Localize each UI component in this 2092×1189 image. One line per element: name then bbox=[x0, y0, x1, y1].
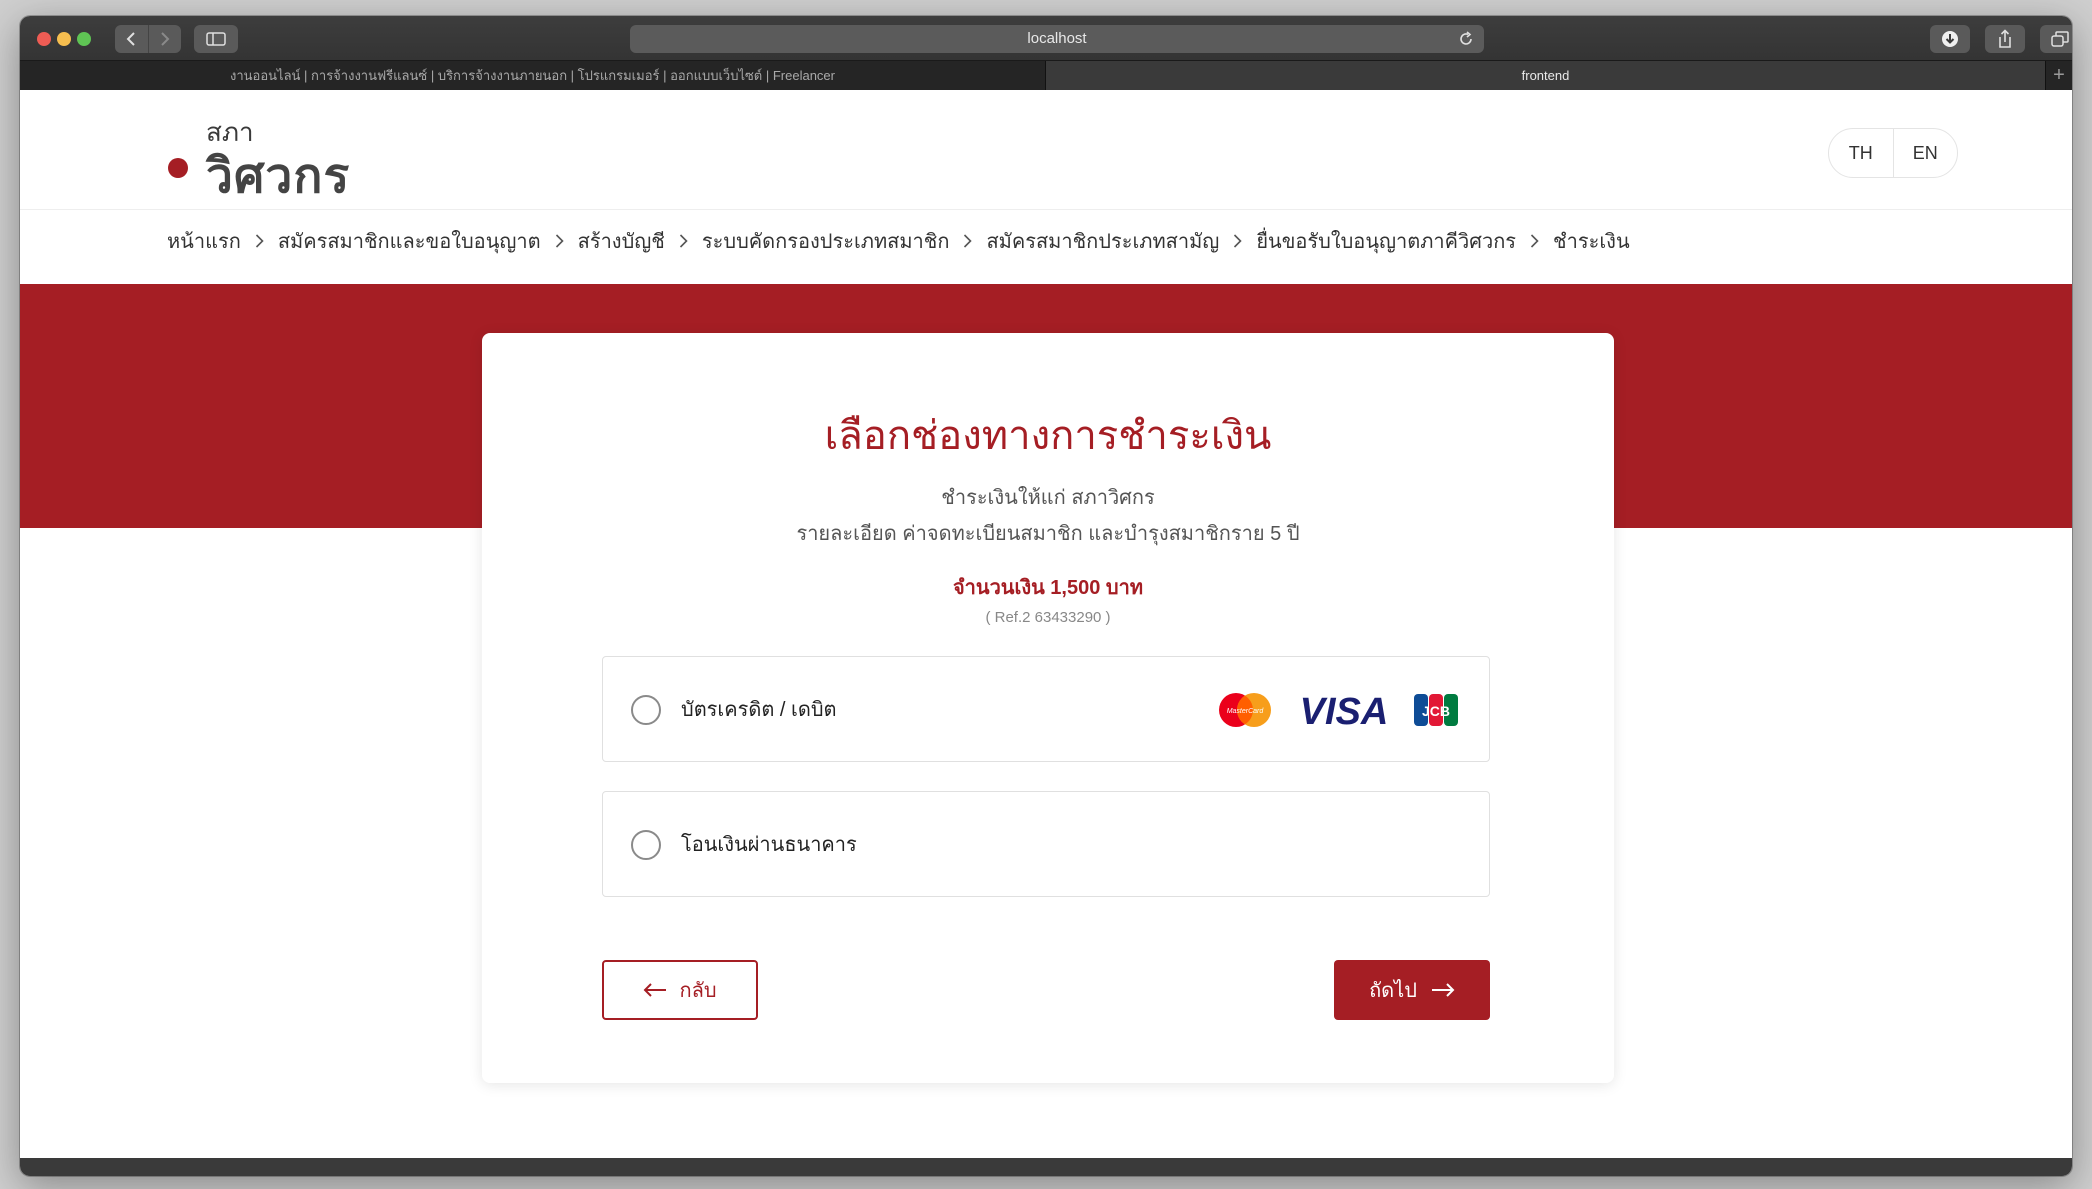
new-tab-button[interactable]: + bbox=[2046, 61, 2072, 90]
breadcrumb: หน้าแรก สมัครสมาชิกและขอใบอนุญาต สร้างบั… bbox=[167, 224, 1630, 258]
lang-th-button[interactable]: TH bbox=[1829, 129, 1893, 177]
payment-option-bank-transfer[interactable]: โอนเงินผ่านธนาคาร bbox=[602, 791, 1490, 897]
chevron-right-icon bbox=[555, 233, 564, 249]
share-icon bbox=[1999, 29, 2011, 48]
back-button[interactable]: กลับ bbox=[602, 960, 758, 1020]
reload-icon bbox=[1460, 31, 1472, 45]
chevron-right-icon bbox=[161, 32, 170, 46]
card-brand-logos: MasterCard VISA JCB bbox=[1215, 687, 1459, 733]
amount-text: จำนวนเงิน 1,500 บาท bbox=[952, 577, 1144, 599]
browser-forward-button[interactable] bbox=[147, 25, 182, 53]
browser-tab-frontend[interactable]: frontend bbox=[1046, 61, 2046, 90]
browser-back-button[interactable] bbox=[115, 25, 148, 53]
tabs-icon bbox=[2051, 31, 2069, 47]
chevron-right-icon bbox=[1530, 233, 1539, 249]
breadcrumb-screening[interactable]: ระบบคัดกรองประเภทสมาชิก bbox=[702, 225, 950, 257]
sidebar-icon bbox=[206, 32, 226, 46]
breadcrumb-ordinary-member[interactable]: สมัครสมาชิกประเภทสามัญ bbox=[986, 225, 1219, 257]
jcb-icon: JCB bbox=[1414, 694, 1458, 726]
breadcrumb-home[interactable]: หน้าแรก bbox=[167, 225, 241, 257]
option-bank-label: โอนเงินผ่านธนาคาร bbox=[681, 834, 857, 856]
close-window-button[interactable] bbox=[37, 32, 51, 46]
radio-card[interactable] bbox=[631, 695, 661, 725]
chevron-right-icon bbox=[255, 233, 264, 249]
site-header: สภา วิศวกร TH EN bbox=[20, 90, 2072, 210]
site-logo[interactable]: สภา วิศวกร bbox=[168, 112, 388, 203]
next-label: ถัดไป bbox=[1369, 980, 1417, 1002]
browser-tabbar: งานออนไลน์ | การจ้างงานฟรีแลนซ์ | บริการ… bbox=[20, 60, 2072, 90]
reload-button[interactable] bbox=[1458, 25, 1474, 53]
chevron-right-icon bbox=[1233, 233, 1242, 249]
logo-dot bbox=[168, 158, 188, 178]
tabs-overview-button[interactable] bbox=[2040, 25, 2072, 53]
payment-option-card[interactable]: บัตรเครดิต / เดบิต MasterCard VISA JCB bbox=[602, 656, 1490, 762]
chevron-right-icon bbox=[679, 233, 688, 249]
sidebar-toggle-button[interactable] bbox=[194, 25, 238, 53]
browser-tab-freelancer[interactable]: งานออนไลน์ | การจ้างงานฟรีแลนซ์ | บริการ… bbox=[20, 61, 1046, 90]
chevron-right-icon bbox=[963, 233, 973, 249]
breadcrumb-create-account[interactable]: สร้างบัญชี bbox=[578, 225, 665, 257]
language-switcher: TH EN bbox=[1828, 128, 1958, 178]
mastercard-icon: MasterCard bbox=[1219, 693, 1271, 727]
browser-window: localhost งานออนไลน์ | การจ้างงานฟรีแลนซ… bbox=[20, 16, 2072, 1176]
option-card-label: บัตรเครดิต / เดบิต bbox=[681, 699, 837, 721]
svg-text:VISA: VISA bbox=[1300, 691, 1389, 729]
zoom-window-button[interactable] bbox=[77, 32, 91, 46]
detail-text: รายละเอียด ค่าจดทะเบียนสมาชิก และบำรุงสม… bbox=[796, 523, 1300, 545]
lang-en-button[interactable]: EN bbox=[1892, 129, 1958, 177]
downloads-button[interactable] bbox=[1930, 25, 1970, 53]
address-text: localhost bbox=[1027, 30, 1087, 47]
breadcrumb-membership[interactable]: สมัครสมาชิกและขอใบอนุญาต bbox=[278, 225, 541, 257]
radio-bank-transfer[interactable] bbox=[631, 830, 661, 860]
download-icon bbox=[1942, 31, 1958, 47]
breadcrumb-license[interactable]: ยื่นขอรับใบอนุญาตภาคีวิศวกร bbox=[1256, 225, 1516, 257]
arrow-right-icon bbox=[1431, 983, 1455, 997]
next-button[interactable]: ถัดไป bbox=[1334, 960, 1490, 1020]
footer-strip bbox=[20, 1158, 2072, 1176]
history-nav bbox=[115, 25, 181, 53]
back-label: กลับ bbox=[679, 980, 717, 1002]
browser-titlebar: localhost bbox=[20, 16, 2072, 60]
payment-card: เลือกช่องทางการชำระเงิน ชำระเงินให้แก่ ส… bbox=[482, 333, 1614, 1083]
page-title: เลือกช่องทางการชำระเงิน bbox=[824, 414, 1272, 458]
address-bar[interactable]: localhost bbox=[630, 25, 1484, 53]
pay-to-text: ชำระเงินให้แก่ สภาวิศกร bbox=[941, 487, 1155, 509]
chevron-left-icon bbox=[126, 32, 135, 46]
svg-text:JCB: JCB bbox=[1422, 703, 1450, 719]
visa-icon: VISA bbox=[1300, 691, 1389, 729]
page: สภา วิศวกร TH EN หน้าแรก สมัครสมาชิกและข… bbox=[20, 90, 2072, 1176]
arrow-left-icon bbox=[644, 983, 667, 997]
ref-text: ( Ref.2 63433290 ) bbox=[985, 609, 1111, 626]
logo-big-text: วิศวกร bbox=[206, 150, 351, 203]
share-button[interactable] bbox=[1985, 25, 2025, 53]
svg-text:MasterCard: MasterCard bbox=[1227, 708, 1265, 715]
breadcrumb-payment: ชำระเงิน bbox=[1553, 231, 1630, 253]
minimize-window-button[interactable] bbox=[57, 32, 71, 46]
